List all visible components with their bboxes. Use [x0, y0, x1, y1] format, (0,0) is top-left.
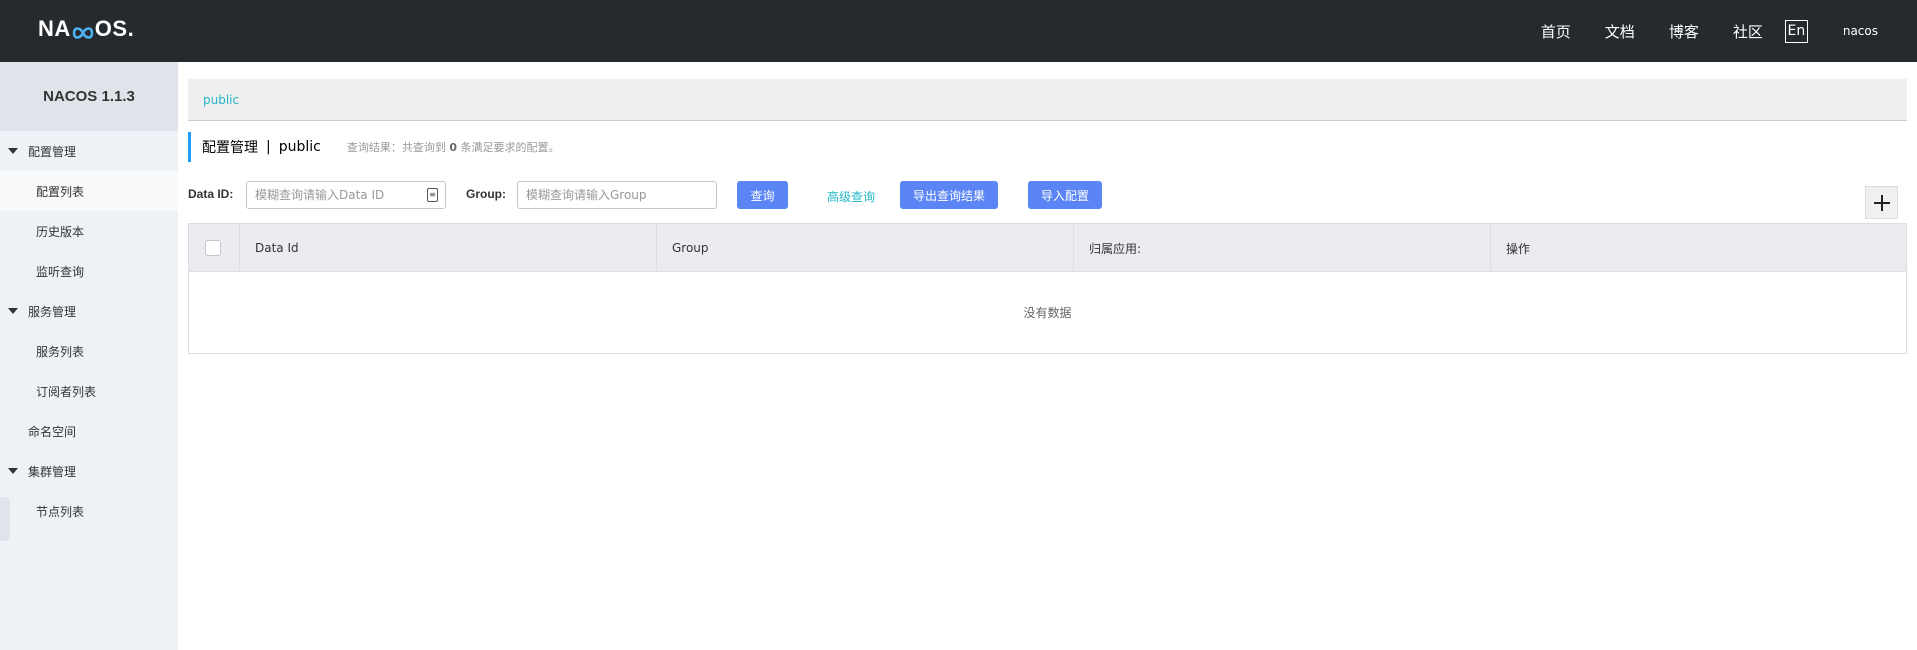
column-header-actions: 操作: [1506, 241, 1531, 256]
column-header-dataid[interactable]: Data Id: [240, 224, 657, 272]
dataid-label: Data ID:: [188, 187, 234, 201]
page-namespace: public: [278, 139, 321, 155]
sidebar-item-node-list[interactable]: 节点列表: [0, 491, 178, 531]
sidebar: NACOS 1.1.3 配置管理 配置列表 历史版本 监听查询 服务管理 服务列…: [0, 62, 178, 650]
export-results-button[interactable]: 导出查询结果: [900, 181, 998, 209]
logo-text-a: NA: [38, 16, 71, 41]
logo-infinity-icon: [72, 21, 94, 39]
filter-bar: Data ID: ≡ Group: 查询 高级查询 导出查询结果 导入配置: [188, 181, 1907, 209]
result-count: 0: [449, 141, 457, 154]
sidebar-group-config[interactable]: 配置管理: [0, 131, 178, 171]
nav-blog[interactable]: 博客: [1669, 21, 1699, 42]
nav-community[interactable]: 社区: [1733, 21, 1763, 42]
sidebar-item-namespace[interactable]: 命名空间: [0, 411, 178, 451]
top-nav: 首页 文档 博客 社区 En nacos: [1541, 0, 1917, 62]
user-menu[interactable]: nacos: [1843, 24, 1878, 38]
table-body: 没有数据: [189, 272, 1906, 353]
group-label: Group:: [466, 187, 506, 201]
caret-down-icon: [8, 308, 18, 314]
nav-docs[interactable]: 文档: [1605, 21, 1635, 42]
sidebar-item-subscriber-list[interactable]: 订阅者列表: [0, 371, 178, 411]
nacos-logo[interactable]: NA OS .: [38, 14, 134, 44]
sidebar-group-label: 配置管理: [28, 144, 77, 159]
sidebar-group-cluster[interactable]: 集群管理: [0, 451, 178, 491]
namespace-public-link[interactable]: public: [203, 93, 239, 107]
sidebar-collapse-handle[interactable]: [0, 497, 10, 541]
column-header-group[interactable]: Group: [657, 224, 1074, 272]
caret-down-icon: [8, 468, 18, 474]
page-title: 配置管理: [202, 140, 258, 156]
query-button[interactable]: 查询: [737, 181, 788, 209]
language-toggle-button[interactable]: En: [1784, 19, 1808, 43]
nav-home[interactable]: 首页: [1541, 21, 1571, 42]
group-search-input[interactable]: [517, 181, 717, 209]
namespace-bar: public: [188, 79, 1907, 121]
advanced-query-link[interactable]: 高级查询: [827, 188, 875, 205]
caret-down-icon: [8, 148, 18, 154]
logo-text-b: OS: [94, 16, 128, 41]
import-config-button[interactable]: 导入配置: [1028, 181, 1102, 209]
sidebar-title: NACOS 1.1.3: [0, 62, 178, 131]
plus-icon: [1873, 194, 1890, 211]
sidebar-item-config-list[interactable]: 配置列表: [0, 171, 178, 211]
result-suffix: 条满足要求的配置。: [460, 141, 560, 154]
logo-dot: .: [127, 16, 135, 41]
result-prefix: 查询结果：共查询到: [346, 141, 446, 154]
page-header: 配置管理 | public 查询结果：共查询到 0 条满足要求的配置。: [188, 132, 560, 162]
select-all-checkbox[interactable]: [205, 240, 221, 256]
dataid-search-input[interactable]: [246, 181, 446, 209]
input-clipboard-icon: ≡: [427, 188, 438, 202]
sidebar-item-service-list[interactable]: 服务列表: [0, 331, 178, 371]
column-header-app[interactable]: 归属应用:: [1074, 224, 1491, 272]
sidebar-group-label: 服务管理: [28, 304, 77, 319]
add-config-button[interactable]: [1865, 186, 1898, 219]
table-header: Data Id Group 归属应用: 操作: [189, 224, 1906, 272]
config-table: Data Id Group 归属应用: 操作 没有数据: [188, 223, 1907, 354]
query-result-summary: 查询结果：共查询到 0 条满足要求的配置。: [347, 139, 560, 155]
top-header: NA OS . 首页 文档 博客 社区 En nacos: [0, 0, 1917, 62]
sidebar-item-listener-query[interactable]: 监听查询: [0, 251, 178, 291]
sidebar-item-history[interactable]: 历史版本: [0, 211, 178, 251]
select-all-cell: [189, 224, 240, 272]
sidebar-group-label: 集群管理: [28, 464, 77, 479]
sidebar-group-service[interactable]: 服务管理: [0, 291, 178, 331]
empty-state-text: 没有数据: [1023, 306, 1072, 320]
page-title-separator: |: [266, 139, 271, 155]
